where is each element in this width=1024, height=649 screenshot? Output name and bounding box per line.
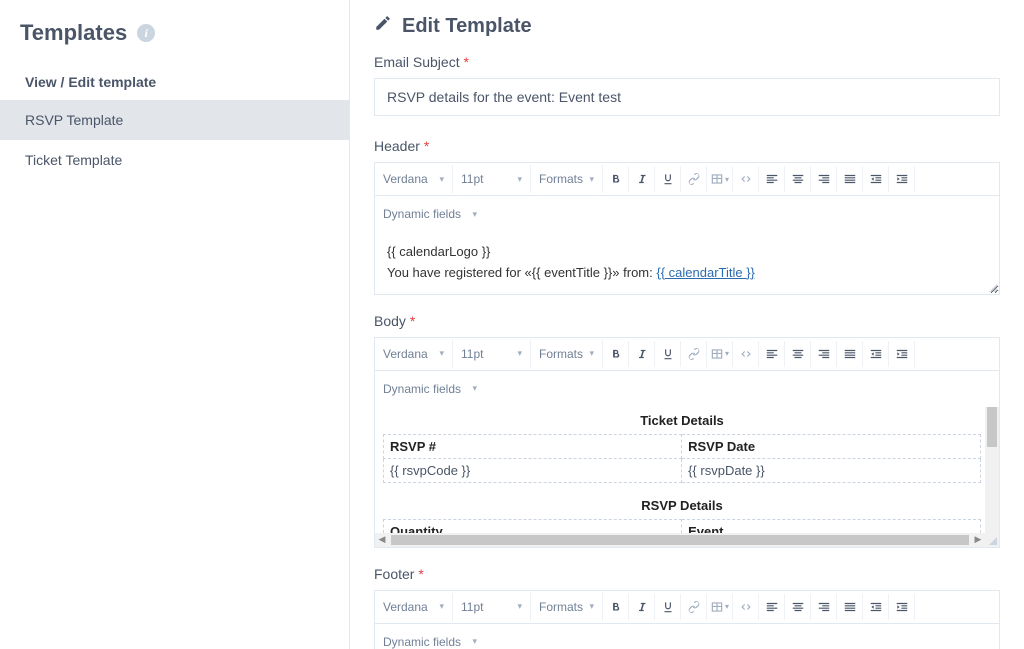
outdent-button[interactable] [863,594,889,620]
underline-button[interactable] [655,341,681,367]
subject-label: Email Subject * [374,54,1000,70]
link-button[interactable] [681,594,707,620]
header-editor-content[interactable]: {{ calendarLogo }} You have registered f… [375,232,999,294]
bold-button[interactable] [603,166,629,192]
align-left-button[interactable] [759,341,785,367]
align-center-button[interactable] [785,166,811,192]
outdent-button[interactable] [863,166,889,192]
align-right-button[interactable] [811,341,837,367]
required-indicator: * [424,138,429,154]
bold-button[interactable] [603,594,629,620]
rsvp-code-cell: {{ rsvpCode }} [384,458,682,482]
code-button[interactable] [733,166,759,192]
sidebar: Templates i View / Edit template RSVP Te… [0,0,350,649]
align-center-button[interactable] [785,594,811,620]
align-left-button[interactable] [759,594,785,620]
vertical-scrollbar[interactable] [985,407,999,533]
code-button[interactable] [733,341,759,367]
header-editor: Verdana▾ 11pt▾ Formats▾ ▾ Dynamic fields… [374,162,1000,295]
align-justify-button[interactable] [837,341,863,367]
align-center-button[interactable] [785,341,811,367]
page-title: Edit Template [374,14,1000,38]
ticket-details-table: Ticket Details RSVP # RSVP Date {{ rsvpC… [383,407,981,547]
body-label: Body * [374,313,1000,329]
sidebar-item-label: RSVP Template [25,112,123,128]
align-right-button[interactable] [811,594,837,620]
sidebar-item-ticket-template[interactable]: Ticket Template [0,140,349,180]
sidebar-title: Templates i [0,20,349,60]
formats-select[interactable]: Formats▾ [531,165,603,193]
bold-button[interactable] [603,341,629,367]
header-label: Header * [374,138,1000,154]
rsvp-date-header: RSVP Date [682,434,981,458]
italic-button[interactable] [629,594,655,620]
indent-button[interactable] [889,341,915,367]
code-button[interactable] [733,594,759,620]
align-justify-button[interactable] [837,594,863,620]
sidebar-item-rsvp-template[interactable]: RSVP Template [0,100,349,140]
link-button[interactable] [681,166,707,192]
formats-select[interactable]: Formats▾ [531,593,603,621]
editor-toolbar: Verdana▾ 11pt▾ Formats▾ ▾ [375,591,999,624]
horizontal-scrollbar[interactable]: ◀ ▶ [375,533,985,547]
editor-toolbar: Verdana▾ 11pt▾ Formats▾ ▾ [375,338,999,371]
align-left-button[interactable] [759,166,785,192]
outdent-button[interactable] [863,341,889,367]
font-family-select[interactable]: Verdana▾ [375,593,453,621]
rsvp-date-cell: {{ rsvpDate }} [682,458,981,482]
email-subject-input[interactable] [374,78,1000,116]
indent-button[interactable] [889,166,915,192]
formats-select[interactable]: Formats▾ [531,340,603,368]
editor-toolbar: Verdana▾ 11pt▾ Formats▾ ▾ [375,163,999,196]
dynamic-fields-select[interactable]: Dynamic fields▾ [375,628,485,649]
font-size-select[interactable]: 11pt▾ [453,165,531,193]
sidebar-section-head: View / Edit template [0,60,349,100]
table-title: Ticket Details [384,407,981,435]
font-size-select[interactable]: 11pt▾ [453,340,531,368]
info-icon[interactable]: i [137,24,155,42]
link-button[interactable] [681,341,707,367]
table-button[interactable]: ▾ [707,341,733,367]
sidebar-item-label: Ticket Template [25,152,122,168]
italic-button[interactable] [629,341,655,367]
font-family-select[interactable]: Verdana▾ [375,340,453,368]
body-editor-content[interactable]: Ticket Details RSVP # RSVP Date {{ rsvpC… [375,407,999,547]
main-content: Edit Template Email Subject * Header * V… [350,0,1024,649]
footer-editor: Verdana▾ 11pt▾ Formats▾ ▾ Dynamic fields… [374,590,1000,649]
required-indicator: * [410,313,415,329]
font-family-select[interactable]: Verdana▾ [375,165,453,193]
scroll-right-icon[interactable]: ▶ [971,534,985,545]
rsvp-num-header: RSVP # [384,434,682,458]
underline-button[interactable] [655,166,681,192]
indent-button[interactable] [889,594,915,620]
scroll-left-icon[interactable]: ◀ [375,534,389,545]
table-title: RSVP Details [384,492,981,520]
calendar-title-link[interactable]: {{ calendarTitle }} [656,265,755,280]
page-title-text: Edit Template [402,15,532,38]
required-indicator: * [463,54,468,70]
underline-button[interactable] [655,594,681,620]
table-button[interactable]: ▾ [707,594,733,620]
align-right-button[interactable] [811,166,837,192]
footer-label: Footer * [374,566,1000,582]
dynamic-fields-select[interactable]: Dynamic fields▾ [375,375,485,403]
required-indicator: * [418,566,423,582]
body-editor: Verdana▾ 11pt▾ Formats▾ ▾ Dynamic fields… [374,337,1000,548]
pencil-icon [374,14,392,38]
italic-button[interactable] [629,166,655,192]
table-button[interactable]: ▾ [707,166,733,192]
font-size-select[interactable]: 11pt▾ [453,593,531,621]
resize-handle[interactable] [987,282,997,292]
scroll-corner [985,533,999,547]
align-justify-button[interactable] [837,166,863,192]
sidebar-title-text: Templates [20,20,127,46]
dynamic-fields-select[interactable]: Dynamic fields▾ [375,200,485,228]
resize-handle[interactable] [987,535,997,545]
